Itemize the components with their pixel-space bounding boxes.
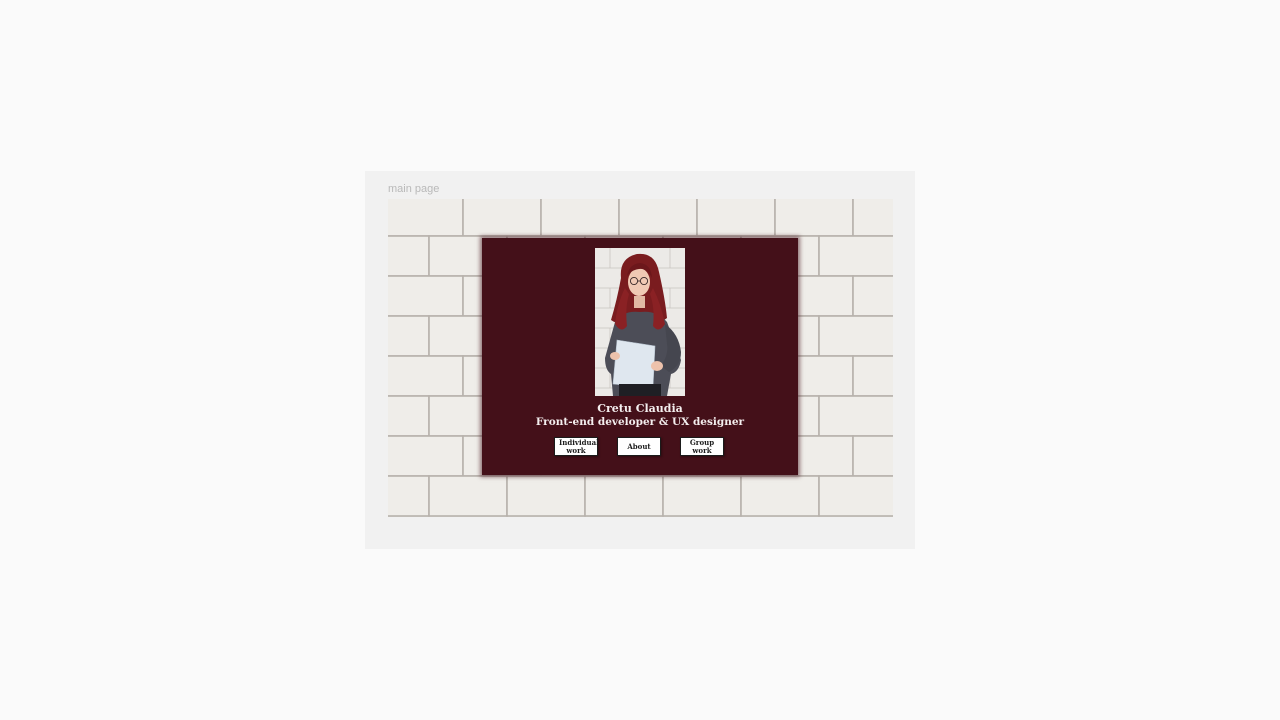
- portrait-photo-icon: [595, 248, 685, 396]
- profile-name: Cretu Claudia: [597, 402, 683, 415]
- individual-work-label: Individual work: [559, 437, 599, 455]
- profile-role: Front-end developer & UX designer: [535, 416, 745, 428]
- frame-label[interactable]: main page: [388, 183, 439, 195]
- individual-work-button[interactable]: Individual work: [554, 437, 599, 456]
- about-label: About: [627, 441, 651, 451]
- portrait-photo: [595, 248, 685, 396]
- design-canvas-frame: main page Cretu Claudia Front-end develo…: [365, 171, 915, 549]
- group-work-button[interactable]: Group work: [680, 437, 724, 456]
- group-work-label: Group work: [689, 437, 715, 455]
- profile-card-overlay: Cretu Claudia Front-end developer & UX d…: [482, 238, 798, 475]
- main-page-artboard: Cretu Claudia Front-end developer & UX d…: [388, 199, 893, 517]
- about-button[interactable]: About: [617, 437, 661, 456]
